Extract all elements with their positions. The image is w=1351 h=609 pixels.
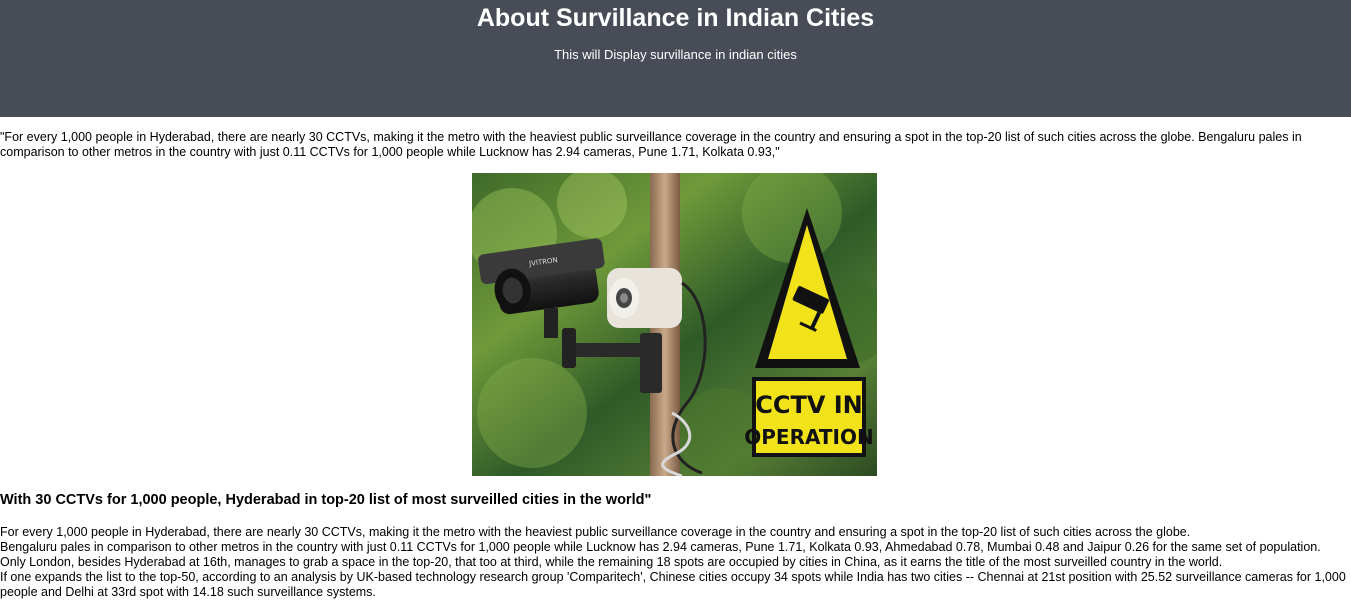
sign-line-1: CCTV IN — [755, 391, 863, 419]
sign-line-2: OPERATION — [744, 425, 873, 449]
page-title: About Survillance in Indian Cities — [476, 4, 875, 32]
article-paragraph: Bengaluru pales in comparison to other m… — [0, 540, 1321, 554]
cctv-photo: JVITRON CCTV IN OPERATION — [472, 173, 877, 476]
page-subtitle: This will Display survillance in indian … — [554, 47, 797, 62]
article-body: For every 1,000 people in Hyderabad, the… — [0, 525, 1347, 600]
intro-quote: "For every 1,000 people in Hyderabad, th… — [0, 130, 1302, 159]
article-paragraph: Only London, besides Hyderabad at 16th, … — [0, 555, 1223, 569]
article-paragraph: For every 1,000 people in Hyderabad, the… — [0, 525, 1191, 539]
article-paragraph: If one expands the list to the top-50, a… — [0, 570, 1346, 599]
article-headline: With 30 CCTVs for 1,000 people, Hyderaba… — [0, 492, 652, 508]
page-header: About Survillance in Indian Cities This … — [0, 0, 1351, 117]
